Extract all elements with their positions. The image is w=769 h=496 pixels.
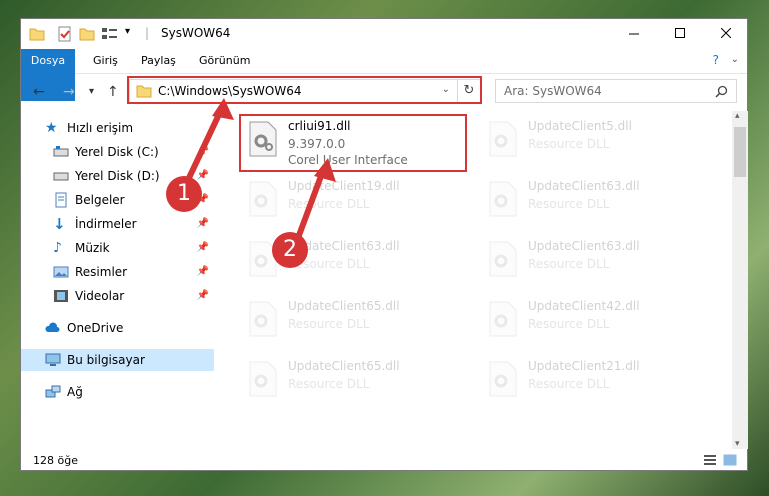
callout-1: 1 [166,176,202,212]
arrow-2-shaft [295,166,327,240]
annotation-arrows [185,98,336,240]
callout-2: 2 [272,232,308,268]
arrow-1-shaft [185,106,225,182]
